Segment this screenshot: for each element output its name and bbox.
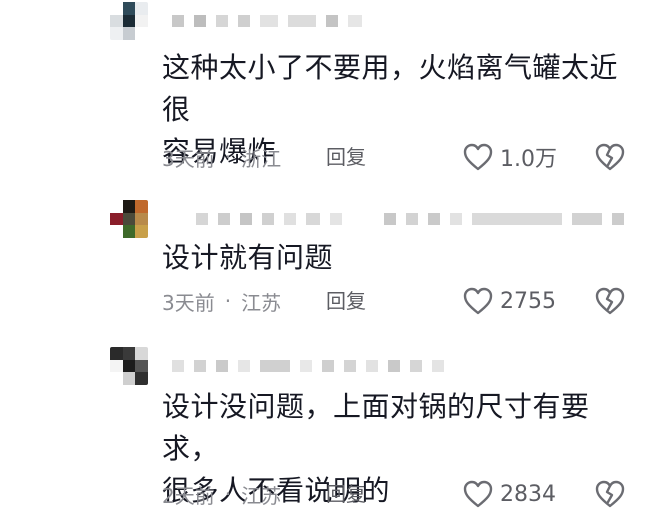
comment-time: 3天前	[162, 290, 215, 315]
username-blurred[interactable]	[196, 210, 352, 228]
like-button[interactable]: 2834	[462, 479, 556, 509]
comment-text-line: 设计没问题，上面对锅的尺寸有要求，	[162, 390, 590, 465]
like-count: 1.0万	[500, 147, 557, 172]
heart-outline-icon	[463, 480, 493, 508]
broken-heart-icon[interactable]	[594, 142, 626, 172]
comment-text: 设计就有问题	[162, 237, 642, 279]
meta-separator: ·	[224, 289, 232, 313]
avatar[interactable]	[110, 2, 148, 40]
comment-meta: 3天前 · 江苏	[162, 286, 281, 316]
like-count: 2755	[500, 288, 556, 314]
user-tag-blurred	[384, 210, 634, 228]
reply-button[interactable]: 回复	[326, 142, 366, 172]
comment-meta: 2天前 · 江苏	[162, 479, 281, 509]
comment-time: 2天前	[162, 483, 215, 508]
like-count: 2834	[500, 481, 556, 507]
username-blurred[interactable]	[172, 357, 454, 375]
comment-location: 江苏	[241, 483, 282, 508]
comment-meta: 3天前 · 浙江	[162, 142, 281, 172]
meta-separator: ·	[224, 145, 232, 169]
username-blurred[interactable]	[172, 12, 372, 30]
broken-heart-icon[interactable]	[594, 286, 626, 316]
avatar[interactable]	[110, 200, 148, 238]
comment-location: 浙江	[241, 146, 282, 171]
comment-location: 江苏	[241, 290, 282, 315]
comment-time: 3天前	[162, 146, 215, 171]
like-button[interactable]: 2755	[462, 286, 556, 316]
like-button[interactable]: 1.0万	[462, 142, 557, 172]
heart-outline-icon	[463, 143, 493, 171]
heart-outline-icon	[463, 287, 493, 315]
comment-text-line: 设计就有问题	[162, 241, 334, 274]
comment-text-line: 这种太小了不要用，火焰离气罐太近很	[162, 51, 619, 126]
broken-heart-icon[interactable]	[594, 479, 626, 509]
avatar[interactable]	[110, 347, 148, 385]
meta-separator: ·	[224, 482, 232, 506]
reply-button[interactable]: 回复	[326, 286, 366, 316]
reply-button[interactable]: 回复	[326, 479, 366, 509]
